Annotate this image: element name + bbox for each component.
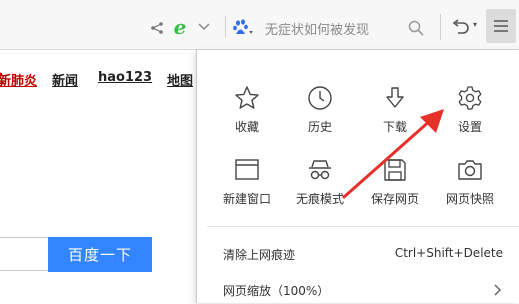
browser-e-icon[interactable]: e xyxy=(170,17,190,37)
menu-row-label: 网页缩放（100%） xyxy=(223,284,330,298)
nav-link-news[interactable]: 新闻 xyxy=(52,70,78,89)
browser-toolbar: e 无症状如何被发现 ▾ xyxy=(0,0,519,50)
menu-item-new-window[interactable]: 新建窗口 xyxy=(212,156,282,226)
main-menu-button[interactable] xyxy=(486,9,516,43)
baidu-search-button[interactable]: 百度一下 xyxy=(48,237,152,272)
menu-item-label: 无痕模式 xyxy=(295,192,344,206)
star-icon xyxy=(233,84,261,112)
browser-main-menu: 收藏 历史 下载 设置 新建窗口 无痕模式 保存网页 网页快照 清除上网痕迹 C… xyxy=(196,50,519,303)
share-icon[interactable] xyxy=(150,21,164,35)
menu-row-clear-history[interactable]: 清除上网痕迹 Ctrl+Shift+Delete xyxy=(197,240,519,268)
chevron-right-icon xyxy=(493,282,503,296)
menu-item-downloads[interactable]: 下载 xyxy=(360,84,430,154)
menu-item-label: 下载 xyxy=(382,120,407,134)
baidu-paw-icon[interactable] xyxy=(232,19,254,37)
menu-item-label: 历史 xyxy=(307,120,332,134)
chevron-down-icon[interactable] xyxy=(197,22,211,32)
toolbar-divider xyxy=(440,14,441,40)
save-icon xyxy=(381,156,409,184)
camera-icon xyxy=(456,156,484,184)
menu-item-favorites[interactable]: 收藏 xyxy=(212,84,282,154)
toolbar-search-field[interactable]: 无症状如何被发现 xyxy=(265,19,369,38)
menu-divider xyxy=(207,226,519,227)
menu-item-label: 网页快照 xyxy=(445,192,494,206)
menu-item-snapshot[interactable]: 网页快照 xyxy=(435,156,505,226)
search-icon[interactable] xyxy=(408,20,424,36)
download-icon xyxy=(381,84,409,112)
menu-item-save-page[interactable]: 保存网页 xyxy=(360,156,430,226)
menu-item-incognito[interactable]: 无痕模式 xyxy=(285,156,355,226)
menu-row-zoom[interactable]: 网页缩放（100%） xyxy=(197,276,519,304)
menu-row-label: 清除上网痕迹 xyxy=(223,248,296,262)
window-icon xyxy=(233,156,261,184)
menu-row-shortcut: Ctrl+Shift+Delete xyxy=(394,246,503,260)
hamburger-icon xyxy=(494,20,508,32)
clock-icon xyxy=(306,84,334,112)
menu-item-label: 设置 xyxy=(457,120,482,134)
menu-item-settings[interactable]: 设置 xyxy=(435,84,505,154)
toolbar-divider xyxy=(225,16,226,38)
nav-link-hao123[interactable]: hao123 xyxy=(98,70,152,85)
nav-link-pneumonia[interactable]: 新肺炎• xyxy=(0,70,37,89)
menu-item-label: 保存网页 xyxy=(370,192,419,206)
menu-item-label: 新建窗口 xyxy=(222,192,271,206)
menu-item-history[interactable]: 历史 xyxy=(285,84,355,154)
undo-icon[interactable] xyxy=(451,19,471,37)
nav-link-map[interactable]: 地图 xyxy=(167,70,193,89)
undo-dropdown[interactable]: ▾ xyxy=(473,20,477,29)
gear-icon xyxy=(456,84,484,112)
menu-item-label: 收藏 xyxy=(234,120,259,134)
baidu-search-input[interactable] xyxy=(0,237,48,271)
incognito-icon xyxy=(306,156,334,184)
